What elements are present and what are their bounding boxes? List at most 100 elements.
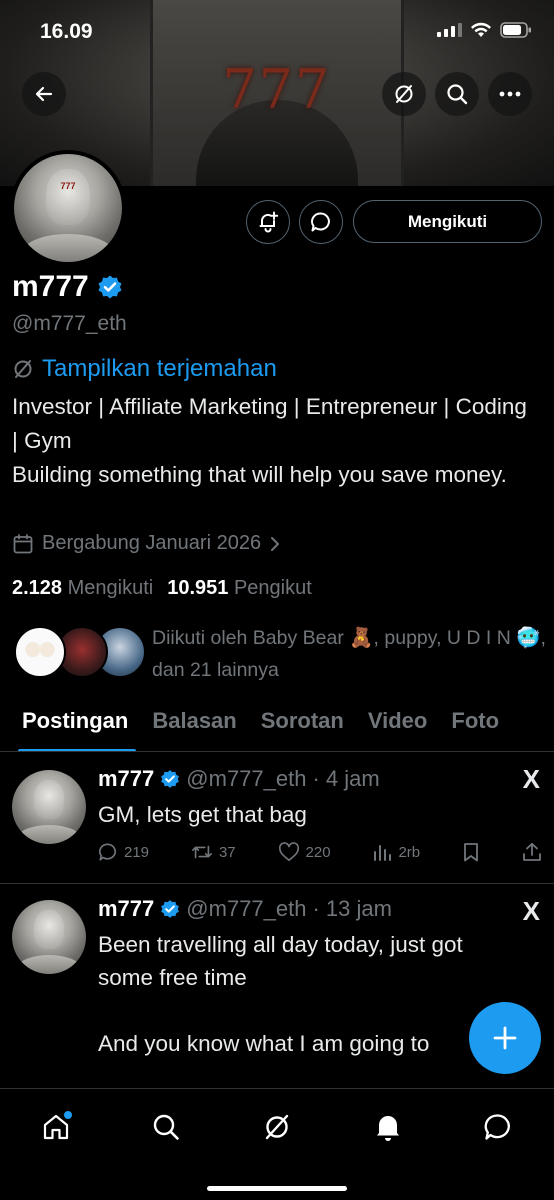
display-name: m777 bbox=[12, 270, 89, 303]
status-icons bbox=[437, 22, 532, 38]
following-button[interactable]: Mengikuti bbox=[353, 200, 542, 243]
views-button[interactable]: 2rb bbox=[372, 842, 420, 862]
like-count: 220 bbox=[305, 843, 331, 861]
follower-avatar bbox=[14, 626, 66, 678]
message-bubble-icon bbox=[311, 212, 330, 232]
tweet-author-handle: @m777_eth bbox=[186, 766, 307, 791]
tab-photos[interactable]: Foto bbox=[439, 700, 511, 751]
profile-tabs: Postingan Balasan Sorotan Video Foto bbox=[0, 700, 554, 752]
message-button[interactable] bbox=[299, 200, 343, 244]
tweet[interactable]: m777 @m777_eth · 4 jam X GM, lets get th… bbox=[0, 752, 554, 884]
tweet-text: Been travelling all day today, just got … bbox=[98, 928, 518, 1060]
tweet-avatar[interactable] bbox=[12, 900, 86, 974]
bio-line: Investor | Affiliate Marketing | Entrepr… bbox=[12, 394, 527, 453]
wifi-icon bbox=[471, 22, 491, 37]
messages-icon bbox=[484, 1114, 510, 1140]
like-button[interactable]: 220 bbox=[278, 842, 331, 862]
bottom-navigation bbox=[0, 1088, 554, 1200]
profile-bio: Investor | Affiliate Marketing | Entrepr… bbox=[12, 390, 532, 492]
joined-date-row[interactable]: Bergabung Januari 2026 bbox=[12, 532, 281, 555]
more-icon bbox=[499, 91, 521, 97]
share-icon bbox=[523, 842, 541, 861]
avatar-mark: 777 bbox=[60, 181, 76, 191]
tab-posts[interactable]: Postingan bbox=[0, 700, 140, 751]
back-arrow-icon bbox=[35, 86, 53, 102]
followers-label: Pengikut bbox=[233, 577, 312, 599]
verified-badge-icon bbox=[161, 770, 180, 788]
bookmark-icon bbox=[464, 843, 478, 862]
tweet-header: m777 @m777_eth · 4 jam bbox=[98, 766, 380, 792]
joined-date: Bergabung Januari 2026 bbox=[42, 532, 262, 554]
tweet-author-name[interactable]: m777 bbox=[98, 766, 154, 792]
signal-icon bbox=[437, 23, 462, 37]
plus-icon bbox=[493, 1026, 517, 1050]
search-button[interactable] bbox=[435, 72, 479, 116]
nav-search[interactable] bbox=[146, 1107, 186, 1147]
tweet-header: m777 @m777_eth · 13 jam bbox=[98, 896, 392, 922]
x-logo-icon: X bbox=[522, 896, 540, 926]
profile-handle: @m777_eth bbox=[12, 312, 127, 335]
notify-button[interactable] bbox=[246, 200, 290, 244]
tab-replies[interactable]: Balasan bbox=[140, 700, 248, 751]
following-label: Mengikuti bbox=[67, 577, 154, 599]
repost-count: 37 bbox=[218, 843, 236, 861]
notifications-icon bbox=[377, 1116, 399, 1141]
share-button[interactable] bbox=[522, 842, 542, 862]
following-count: 2.128 bbox=[12, 577, 63, 599]
tweet-text-line: Been travelling all day today, just got … bbox=[98, 932, 463, 990]
tweet-time: · 13 jam bbox=[312, 896, 392, 921]
search-icon bbox=[153, 1114, 179, 1140]
x-logo-icon: X bbox=[522, 764, 540, 794]
followers-stat[interactable]: 10.951 Pengikut bbox=[167, 577, 312, 600]
back-button[interactable] bbox=[22, 72, 66, 116]
verified-badge-icon bbox=[161, 900, 180, 918]
home-indicator bbox=[207, 1186, 347, 1191]
views-count: 2rb bbox=[398, 843, 421, 861]
bookmark-button[interactable] bbox=[462, 842, 480, 862]
followers-count: 10.951 bbox=[167, 577, 229, 599]
tweet[interactable]: m777 @m777_eth · 13 jam X Been travellin… bbox=[0, 884, 554, 1088]
tweet-text: GM, lets get that bag bbox=[98, 802, 307, 827]
tweet-author-name[interactable]: m777 bbox=[98, 896, 154, 922]
repost-icon bbox=[191, 845, 212, 859]
bell-plus-icon bbox=[259, 211, 279, 233]
search-icon bbox=[447, 84, 468, 105]
reply-count: 219 bbox=[124, 843, 150, 861]
nav-notifications[interactable] bbox=[368, 1107, 408, 1147]
followed-by-row[interactable]: Diikuti oleh Baby Bear 🧸, puppy, U D I N… bbox=[14, 622, 546, 686]
translate-icon bbox=[395, 85, 413, 103]
reply-button[interactable]: 219 bbox=[98, 842, 149, 862]
status-time: 16.09 bbox=[40, 20, 93, 43]
translate-bio-link[interactable]: Tampilkan terjemahan bbox=[12, 355, 277, 383]
following-stat[interactable]: 2.128 Mengikuti bbox=[12, 577, 153, 600]
verified-badge-icon[interactable] bbox=[97, 274, 123, 300]
tab-video[interactable]: Video bbox=[356, 700, 440, 751]
profile-avatar[interactable]: 777 bbox=[10, 150, 126, 266]
compose-button[interactable] bbox=[469, 1002, 541, 1074]
bio-line: Building something that will help you sa… bbox=[12, 462, 507, 487]
followed-by-text: Diikuti oleh Baby Bear 🧸, puppy, U D I N… bbox=[152, 627, 546, 681]
tweet-author-handle: @m777_eth bbox=[186, 896, 307, 921]
chevron-right-icon bbox=[271, 536, 280, 551]
translate-label[interactable]: Tampilkan terjemahan bbox=[42, 355, 277, 383]
heart-icon bbox=[278, 842, 299, 861]
repost-button[interactable]: 37 bbox=[191, 842, 236, 862]
battery-icon bbox=[500, 22, 531, 38]
unread-dot bbox=[64, 1111, 72, 1119]
nav-messages[interactable] bbox=[478, 1107, 518, 1147]
calendar-icon bbox=[13, 533, 33, 553]
tweet-time: · 4 jam bbox=[312, 766, 380, 791]
nav-home[interactable] bbox=[36, 1107, 76, 1147]
tweet-avatar[interactable] bbox=[12, 770, 86, 844]
avatar-image: 777 bbox=[14, 154, 122, 262]
views-icon bbox=[374, 845, 392, 861]
tweet-actions: 219 37 220 2rb bbox=[98, 842, 542, 862]
more-button[interactable] bbox=[488, 72, 532, 116]
nav-grok[interactable] bbox=[257, 1107, 297, 1147]
follow-stats: 2.128 Mengikuti 10.951 Pengikut bbox=[12, 577, 312, 600]
tweet-text-line: And you know what I am going to bbox=[98, 1031, 430, 1056]
translate-icon bbox=[14, 360, 32, 378]
tab-highlights[interactable]: Sorotan bbox=[249, 700, 356, 751]
translate-button[interactable] bbox=[382, 72, 426, 116]
reply-icon bbox=[99, 843, 116, 861]
